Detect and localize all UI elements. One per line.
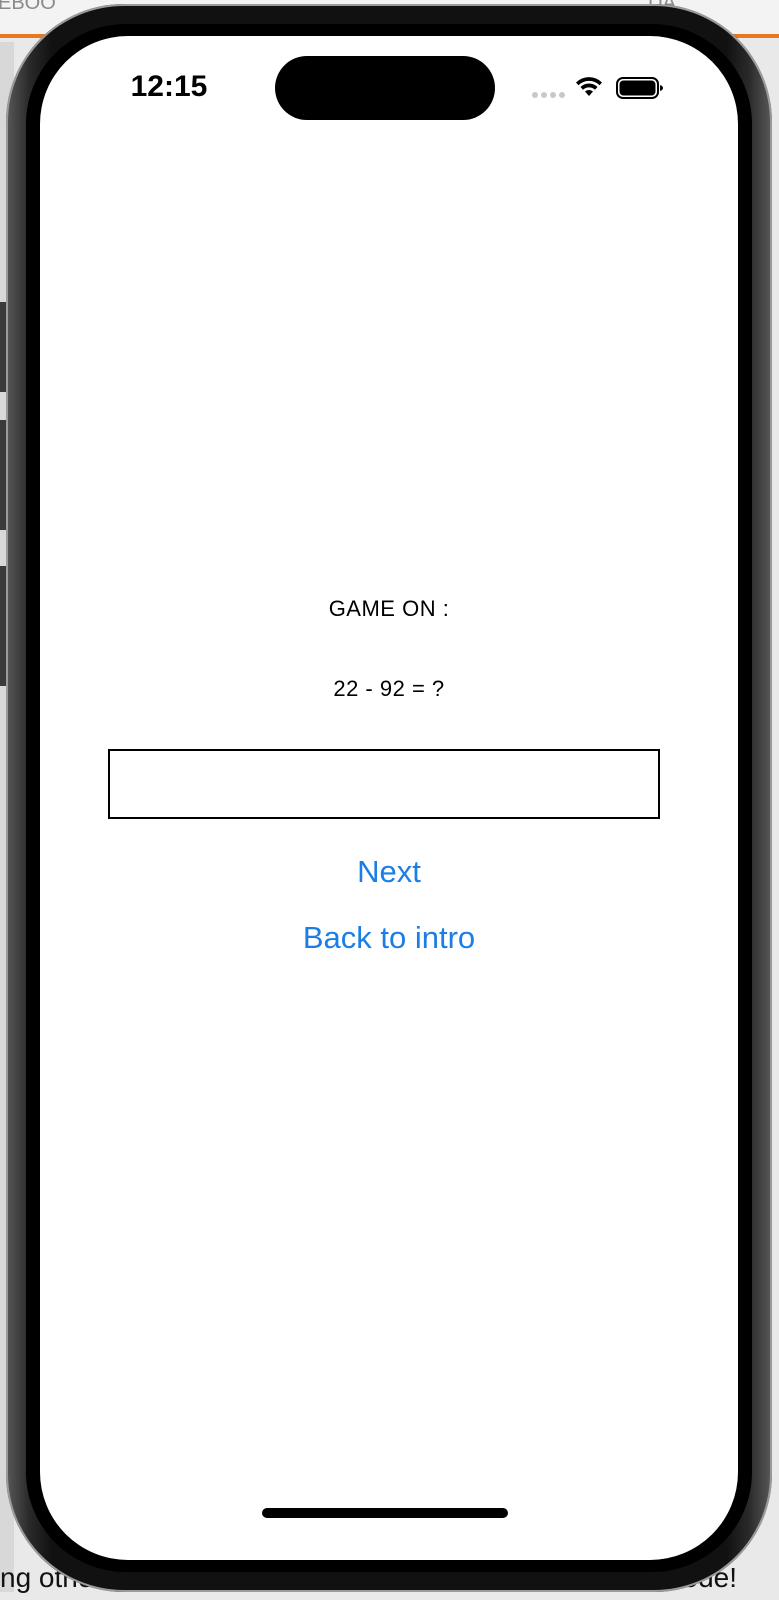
device-screen: 12:15 GAME ON: 22 - 92 = ? Next Back to… (40, 36, 738, 1560)
math-question: 22 - 92 = ? (333, 676, 445, 701)
battery-icon (616, 77, 663, 99)
dynamic-island (275, 56, 495, 120)
iphone-simulator-frame: 12:15 GAME ON: 22 - 92 = ? Next Back to… (6, 4, 772, 1592)
background-toolbar-text-left: EBOO (0, 0, 56, 14)
next-button[interactable]: Next (40, 854, 738, 890)
answer-input[interactable] (108, 749, 660, 819)
game-title: GAME ON : (328, 596, 450, 621)
status-time: 12:15 (130, 70, 208, 103)
back-to-intro-button[interactable]: Back to intro (40, 920, 738, 956)
cellular-signal-icon (532, 92, 568, 100)
wifi-icon (576, 77, 602, 96)
home-indicator[interactable] (262, 1508, 508, 1518)
app-stage: EBOO DA ng other ode! 12:15 (0, 0, 779, 1600)
device-bezel: 12:15 GAME ON: 22 - 92 = ? Next Back to… (26, 24, 752, 1572)
